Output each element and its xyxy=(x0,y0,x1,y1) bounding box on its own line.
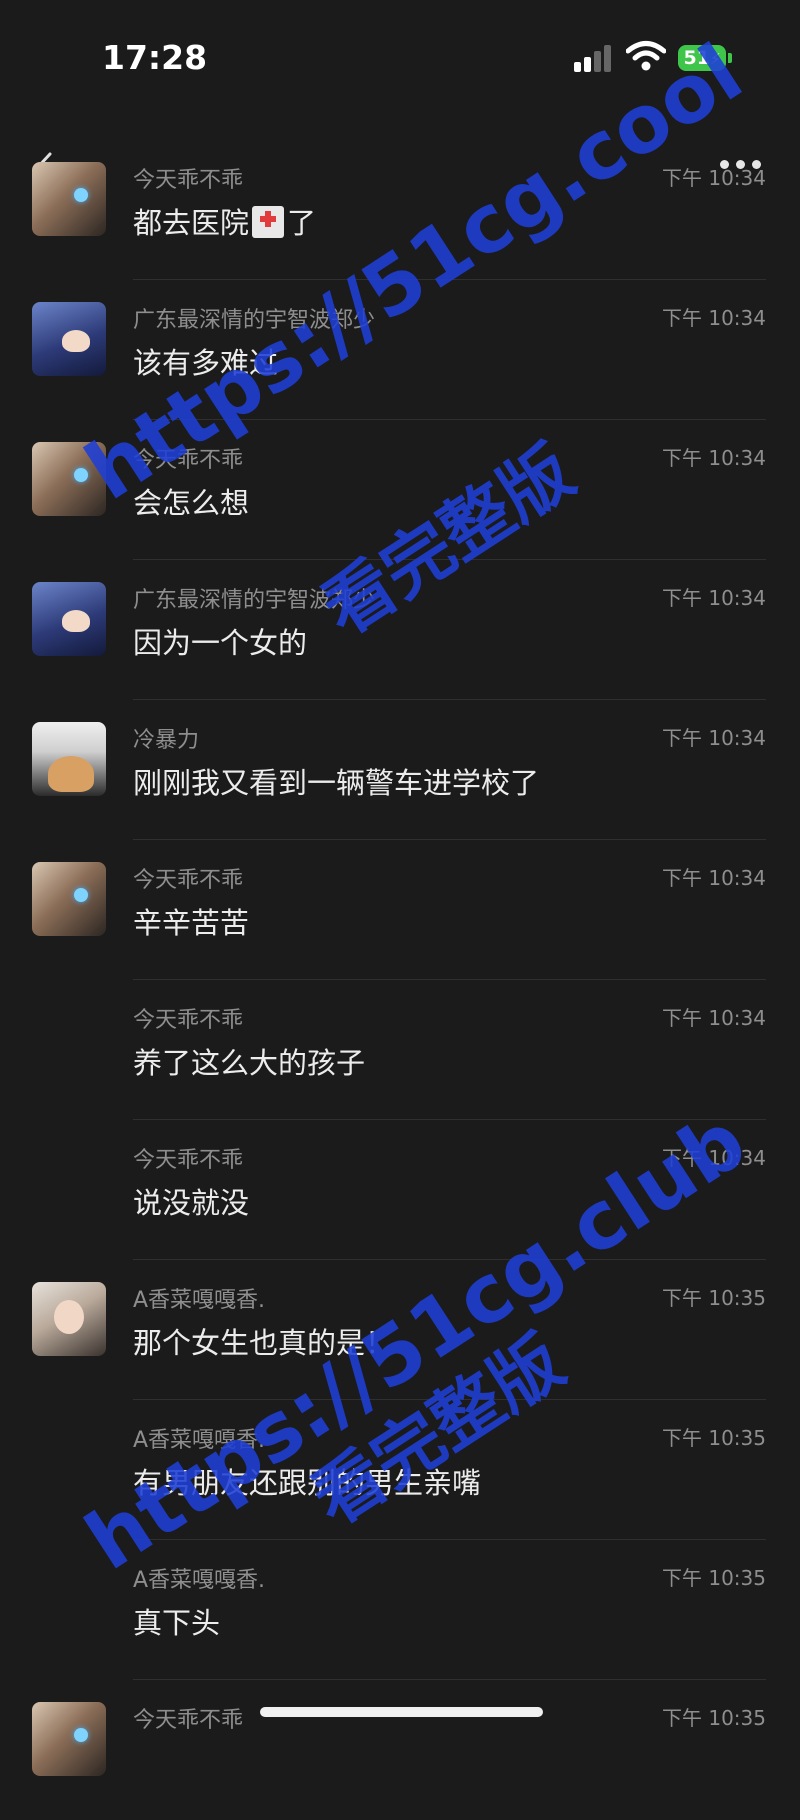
message-row[interactable]: 今天乖不乖 下午 10:35 xyxy=(0,1680,800,1820)
message-text-before: 都去医院 xyxy=(133,206,250,240)
sender-name: 今天乖不乖 xyxy=(133,1708,244,1733)
message-text: 因为一个女的 xyxy=(133,626,308,660)
message-time: 下午 10:35 xyxy=(662,1566,766,1590)
message-time: 下午 10:34 xyxy=(662,1006,766,1030)
sender-name: 冷暴力 xyxy=(133,728,200,753)
message-time: 下午 10:34 xyxy=(662,586,766,610)
message-time: 下午 10:34 xyxy=(662,866,766,890)
message-text: 辛辛苦苦 xyxy=(133,906,250,940)
avatar[interactable] xyxy=(32,722,106,796)
message-time: 下午 10:34 xyxy=(662,306,766,330)
avatar[interactable] xyxy=(32,862,106,936)
avatar[interactable] xyxy=(32,1702,106,1776)
message-text: 刚刚我又看到一辆警车进学校了 xyxy=(133,766,540,800)
message-text: 真下头 xyxy=(133,1606,221,1640)
home-indicator[interactable] xyxy=(260,1707,543,1717)
message-row[interactable]: 冷暴力 下午 10:34 刚刚我又看到一辆警车进学校了 xyxy=(0,700,800,840)
message-text-after: 了 xyxy=(287,206,317,240)
hospital-emoji-icon xyxy=(252,206,285,238)
message-time: 下午 10:34 xyxy=(662,166,766,190)
message-time: 下午 10:35 xyxy=(662,1286,766,1310)
message-text: 都去医院 了 xyxy=(133,200,316,242)
message-row[interactable]: 今天乖不乖 下午 10:34 辛辛苦苦 xyxy=(0,840,800,980)
message-row[interactable]: 今天乖不乖 下午 10:34 养了这么大的孩子 xyxy=(0,980,800,1120)
message-time: 下午 10:34 xyxy=(662,446,766,470)
message-text: 养了这么大的孩子 xyxy=(133,1046,366,1080)
message-time: 下午 10:35 xyxy=(662,1706,766,1730)
avatar[interactable] xyxy=(32,582,106,656)
sender-name: 今天乖不乖 xyxy=(133,168,244,193)
avatar[interactable] xyxy=(32,1282,106,1356)
avatar[interactable] xyxy=(32,162,106,236)
sender-name: 今天乖不乖 xyxy=(133,868,244,893)
sender-name: A香菜嘎嘎香. xyxy=(133,1288,266,1313)
message-time: 下午 10:35 xyxy=(662,1426,766,1450)
sender-name: 今天乖不乖 xyxy=(133,1148,244,1173)
avatar[interactable] xyxy=(32,302,106,376)
sender-name: 今天乖不乖 xyxy=(133,1008,244,1033)
cellular-signal-icon xyxy=(574,44,614,72)
message-text: 说没就没 xyxy=(133,1186,250,1220)
message-time: 下午 10:34 xyxy=(662,726,766,750)
status-time: 17:28 xyxy=(102,38,208,77)
